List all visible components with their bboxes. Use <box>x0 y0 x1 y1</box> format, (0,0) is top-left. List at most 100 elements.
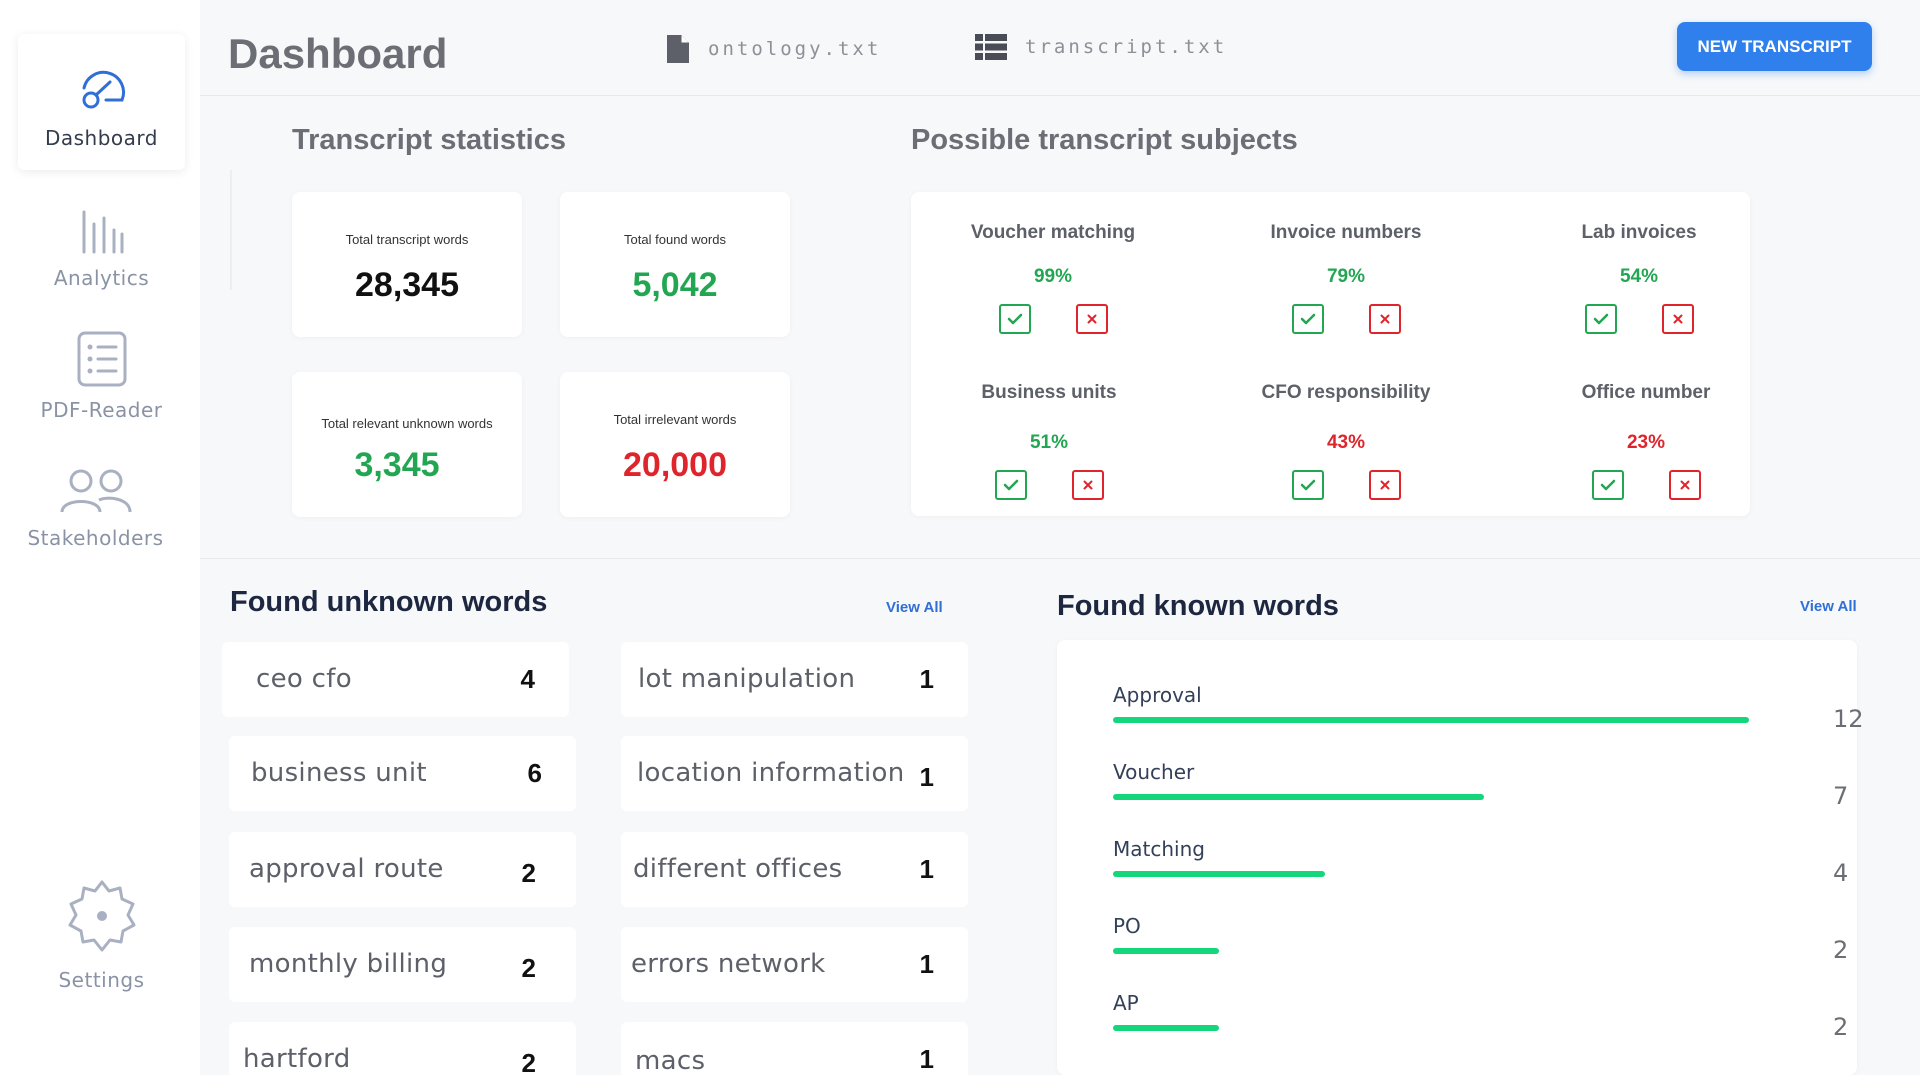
unknown-word-item[interactable]: approval route 2 <box>229 832 576 907</box>
word-count: 2 <box>521 858 536 888</box>
accept-subject-button[interactable] <box>1584 304 1617 334</box>
sidebar-item-analytics[interactable]: Analytics <box>18 208 185 304</box>
subject-percent: 43% <box>1326 432 1366 453</box>
subject-name: Business units <box>981 382 1117 403</box>
stat-value: 28,345 <box>355 266 459 304</box>
known-word-count: 7 <box>1833 782 1849 810</box>
known-word-label: AP <box>1113 991 1139 1015</box>
close-icon <box>1673 314 1682 324</box>
accept-subject-button[interactable] <box>1591 470 1624 500</box>
check-icon <box>1007 313 1022 325</box>
ontology-file-name: ontology.txt <box>708 38 882 60</box>
word-text: different offices <box>633 854 843 884</box>
subject-percent: 79% <box>1326 266 1366 287</box>
known-word-row[interactable]: AP 2 <box>1113 991 1848 1051</box>
unknown-words-view-all-link[interactable]: View All <box>886 599 943 616</box>
word-count: 1 <box>919 949 934 979</box>
subject-percent: 99% <box>1033 266 1073 287</box>
unknown-word-item[interactable]: lot manipulation 1 <box>621 642 968 717</box>
known-word-row[interactable]: Approval 12 <box>1113 683 1864 743</box>
subject-name: Invoice numbers <box>1270 222 1422 243</box>
known-word-label: PO <box>1113 914 1141 938</box>
word-text: approval route <box>249 854 444 884</box>
sidebar-item-dashboard[interactable]: Dashboard <box>18 34 185 170</box>
subject-name: CFO responsibility <box>1261 382 1431 403</box>
stat-label: Total irrelevant words <box>613 412 737 427</box>
dashboard-gauge-icon <box>82 70 125 109</box>
unknown-words-title: Found unknown words <box>230 586 548 618</box>
word-count: 2 <box>521 953 536 983</box>
known-words-title: Found known words <box>1057 590 1339 622</box>
known-word-label: Voucher <box>1113 760 1195 784</box>
word-count: 1 <box>919 762 934 792</box>
unknown-word-item[interactable]: macs 1 <box>621 1022 968 1075</box>
unknown-word-item[interactable]: ceo cfo 4 <box>222 642 569 717</box>
word-text: business unit <box>251 758 427 788</box>
stat-card-total-transcript-words: Total transcript words 28,345 <box>292 192 522 337</box>
stats-section-title: Transcript statistics <box>292 124 566 156</box>
known-word-count: 12 <box>1833 705 1864 733</box>
word-count: 1 <box>919 854 934 884</box>
check-icon <box>1300 479 1315 491</box>
reject-subject-button[interactable] <box>1661 304 1694 334</box>
known-word-bar <box>1113 871 1325 877</box>
sidebar-item-pdf-reader[interactable]: PDF-Reader <box>18 330 185 430</box>
word-text: location information <box>637 758 905 788</box>
unknown-word-item[interactable]: different offices 1 <box>621 832 968 907</box>
sidebar-item-label: Dashboard <box>44 126 158 150</box>
reject-subject-button[interactable] <box>1368 470 1401 500</box>
unknown-word-item[interactable]: monthly billing 2 <box>229 927 576 1002</box>
known-word-row[interactable]: Matching 4 <box>1113 837 1848 897</box>
known-word-row[interactable]: PO 2 <box>1113 914 1848 974</box>
accept-subject-button[interactable] <box>1291 304 1324 334</box>
subject-item: Lab invoices 54% <box>1529 222 1749 334</box>
known-word-count: 4 <box>1833 859 1849 887</box>
known-word-bar <box>1113 948 1219 954</box>
transcript-file-chip[interactable]: transcript.txt <box>975 34 1227 60</box>
reject-subject-button[interactable] <box>1668 470 1701 500</box>
sidebar-item-stakeholders[interactable]: Stakeholders <box>12 468 179 564</box>
sidebar: Dashboard Analytics PDF-Reader Stakehold… <box>0 0 200 1075</box>
accept-subject-button[interactable] <box>1291 470 1324 500</box>
subject-percent: 23% <box>1626 432 1666 453</box>
document-list-icon <box>77 331 126 387</box>
known-words-panel: Approval 12 Voucher 7 Matching 4 PO 2 AP… <box>1057 640 1864 1075</box>
users-icon <box>60 469 131 513</box>
reject-subject-button[interactable] <box>1075 304 1108 334</box>
subject-name: Voucher matching <box>970 222 1136 243</box>
check-icon <box>1300 313 1315 325</box>
accept-subject-button[interactable] <box>998 304 1031 334</box>
sidebar-item-settings[interactable]: Settings <box>18 878 185 998</box>
unknown-word-item[interactable]: hartford 2 <box>229 1022 576 1075</box>
word-count: 6 <box>527 758 542 788</box>
known-word-row[interactable]: Voucher 7 <box>1113 760 1848 820</box>
new-transcript-button[interactable]: NEW TRANSCRIPT <box>1677 22 1872 71</box>
subject-name: Office number <box>1581 382 1711 403</box>
subject-percent: 51% <box>1029 432 1069 453</box>
ontology-file-chip[interactable]: ontology.txt <box>666 34 881 64</box>
subject-item: CFO responsibility 43% <box>1236 382 1456 500</box>
stat-label: Total transcript words <box>345 232 469 247</box>
divider <box>230 170 232 290</box>
close-icon <box>1380 314 1389 324</box>
file-icon <box>667 35 689 63</box>
close-icon <box>1083 480 1092 490</box>
unknown-word-item[interactable]: errors network 1 <box>621 927 968 1002</box>
page-title: Dashboard <box>228 30 448 77</box>
word-count: 1 <box>919 1044 934 1074</box>
accept-subject-button[interactable] <box>994 470 1027 500</box>
sidebar-item-label: PDF-Reader <box>40 398 163 422</box>
unknown-word-item[interactable]: location information 1 <box>621 736 968 811</box>
subjects-section-title: Possible transcript subjects <box>911 124 1298 156</box>
top-header: Dashboard ontology.txt transcript.txt NE… <box>200 0 1920 96</box>
reject-subject-button[interactable] <box>1071 470 1104 500</box>
close-icon <box>1680 480 1689 490</box>
stat-label: Total found words <box>624 232 726 247</box>
list-grid-icon <box>975 34 1007 60</box>
known-words-view-all-link[interactable]: View All <box>1800 598 1857 615</box>
unknown-word-item[interactable]: business unit 6 <box>229 736 576 811</box>
word-text: ceo cfo <box>256 664 352 694</box>
reject-subject-button[interactable] <box>1368 304 1401 334</box>
subject-name: Lab invoices <box>1581 222 1697 243</box>
subject-item: Voucher matching 99% <box>943 222 1163 334</box>
